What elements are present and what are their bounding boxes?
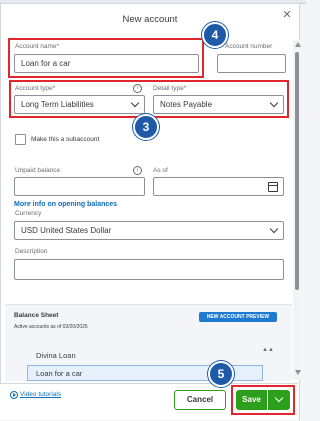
as-of-date-input[interactable] [153,177,284,196]
opening-balance-info-link[interactable]: More info on opening balances [14,201,117,208]
scroll-thumb[interactable] [295,52,299,290]
unpaid-balance-label: Unpaid balance [15,167,61,174]
close-icon[interactable]: × [280,7,294,22]
step-badge-4: 4 [202,22,228,48]
tree-item: Divina Loan [36,351,76,360]
unpaid-balance-input[interactable] [14,177,145,196]
step-badge-5: 5 [208,361,234,387]
currency-select[interactable]: USD United States Dollar [14,221,284,240]
sort-arrows-icon[interactable]: ▲▲ [262,347,274,353]
account-number-input[interactable] [217,54,286,73]
currency-value: USD United States Dollar [21,226,112,235]
currency-label: Currency [15,210,42,217]
account-name-highlight [8,38,204,78]
scroll-down-icon[interactable] [295,370,301,375]
step-badge-3: 3 [133,114,159,140]
dialog-title: New account [122,14,178,25]
account-type-highlight [9,80,289,118]
subaccount-checkbox[interactable] [15,134,26,145]
save-highlight [231,385,295,415]
calendar-icon[interactable] [268,182,278,192]
balance-sheet-subtitle: Active accounts as of 03/20/2025 [14,324,88,330]
account-number-label: Account number [225,43,273,50]
cancel-button[interactable]: Cancel [174,390,226,410]
tree-item-new-account: Loan for a car [36,369,83,378]
unpaid-balance-info-icon[interactable]: i [133,166,142,175]
description-textarea[interactable] [14,259,284,280]
balance-sheet-title: Balance Sheet [14,312,59,319]
new-account-preview-badge: NEW ACCOUNT PREVIEW [199,312,277,322]
subaccount-label: Make this a subaccount [31,136,100,143]
scroll-up-icon[interactable] [295,42,301,47]
description-label: Description [15,248,48,255]
play-video-icon[interactable] [10,391,18,399]
video-tutorials-link[interactable]: Video tutorials [20,391,61,398]
as-of-label: As of [153,167,168,174]
chevron-down-icon [269,224,279,234]
